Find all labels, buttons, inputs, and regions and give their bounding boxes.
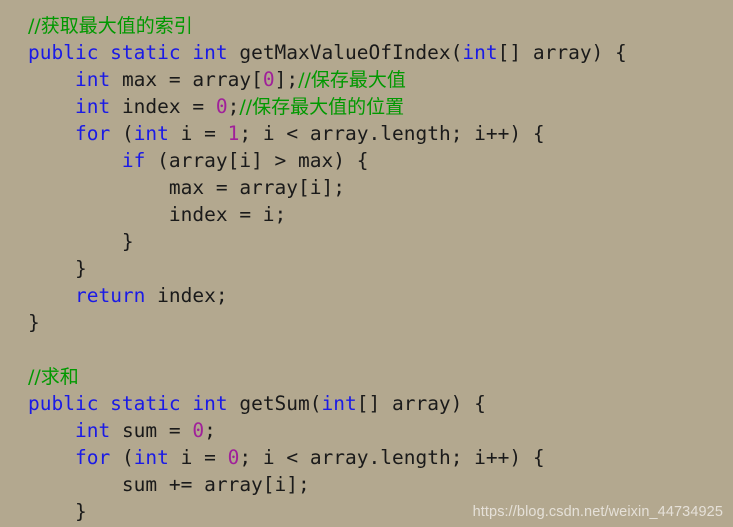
code-token-pln: [] array) { bbox=[497, 41, 627, 64]
code-token-kw: int bbox=[74, 95, 111, 118]
code-token-pln: sum += array[i]; bbox=[28, 473, 310, 496]
code-token-pln: } bbox=[28, 500, 87, 523]
code-token-pln: [] array) { bbox=[356, 392, 486, 415]
code-token-kw: int bbox=[74, 419, 111, 442]
code-token-kw: for bbox=[74, 122, 111, 145]
code-line: sum += array[i]; bbox=[28, 471, 627, 498]
code-line: index = i; bbox=[28, 201, 627, 228]
code-line: } bbox=[28, 309, 627, 336]
code-token-kw: int bbox=[74, 68, 111, 91]
code-token-pln: sum = bbox=[110, 419, 193, 442]
code-token-kw: public static int bbox=[28, 392, 228, 415]
code-token-kw: return bbox=[74, 284, 146, 307]
code-line: public static int getMaxValueOfIndex(int… bbox=[28, 39, 627, 66]
code-line: return index; bbox=[28, 282, 627, 309]
code-token-pln: max = array[ bbox=[110, 68, 263, 91]
code-token-pln bbox=[28, 149, 122, 172]
code-line: max = array[i]; bbox=[28, 174, 627, 201]
code-screenshot: //获取最大值的索引 public static int getMaxValueO… bbox=[0, 0, 733, 527]
code-token-pln: getSum( bbox=[227, 392, 322, 415]
code-line: for (int i = 0; i < array.length; i++) { bbox=[28, 444, 627, 471]
code-line: public static int getSum(int[] array) { bbox=[28, 390, 627, 417]
code-token-kw: int bbox=[321, 392, 357, 415]
code-token-pln: index = bbox=[110, 95, 216, 118]
code-token-pln: ; bbox=[227, 95, 240, 118]
code-token-kw: int bbox=[133, 446, 169, 469]
code-token-cmt: //保存最大值 bbox=[298, 69, 406, 91]
code-token-num: 0 bbox=[215, 95, 228, 118]
code-token-pln: max = array[i]; bbox=[28, 176, 345, 199]
code-token-pln: } bbox=[28, 230, 134, 253]
code-token-pln: } bbox=[28, 257, 87, 280]
code-token-num: 0 bbox=[192, 419, 205, 442]
code-token-pln: i = bbox=[168, 446, 228, 469]
code-token-kw: public static int bbox=[28, 41, 228, 64]
code-token-num: 0 bbox=[227, 446, 240, 469]
code-token-kw: int bbox=[462, 41, 498, 64]
code-line: int max = array[0];//保存最大值 bbox=[28, 66, 627, 93]
code-token-cmt: //保存最大值的位置 bbox=[239, 96, 405, 118]
code-token-kw: for bbox=[74, 446, 111, 469]
code-token-pln bbox=[28, 419, 75, 442]
code-token-pln: ]; bbox=[274, 68, 299, 91]
code-token-pln bbox=[28, 95, 75, 118]
code-line: } bbox=[28, 255, 627, 282]
code-line: //求和 bbox=[28, 363, 627, 390]
code-line: int index = 0;//保存最大值的位置 bbox=[28, 93, 627, 120]
code-token-pln: ; i < array.length; i++) { bbox=[239, 446, 545, 469]
code-token-pln: ; bbox=[204, 419, 216, 442]
code-token-kw: int bbox=[133, 122, 169, 145]
code-token-pln: (array[i] > max) { bbox=[145, 149, 369, 172]
code-token-pln bbox=[28, 122, 75, 145]
code-token-pln bbox=[28, 446, 75, 469]
code-line: int sum = 0; bbox=[28, 417, 627, 444]
code-token-pln: ( bbox=[110, 122, 134, 145]
code-token-pln: ( bbox=[110, 446, 134, 469]
code-token-cmt: //求和 bbox=[28, 366, 79, 388]
code-token-pln: } bbox=[28, 311, 40, 334]
code-token-pln: getMaxValueOfIndex( bbox=[227, 41, 463, 64]
code-token-pln: index = i; bbox=[28, 203, 287, 226]
code-token-pln: i = bbox=[168, 122, 228, 145]
code-line: if (array[i] > max) { bbox=[28, 147, 627, 174]
code-token-pln: index; bbox=[145, 284, 228, 307]
code-token-pln bbox=[28, 284, 75, 307]
code-listing: //获取最大值的索引 public static int getMaxValueO… bbox=[28, 12, 627, 527]
code-token-num: 0 bbox=[262, 68, 275, 91]
code-line: //获取最大值的索引 bbox=[28, 12, 627, 39]
code-token-num: 1 bbox=[227, 122, 240, 145]
code-token-kw: if bbox=[121, 149, 146, 172]
code-line: for (int i = 1; i < array.length; i++) { bbox=[28, 120, 627, 147]
code-token-cmt: //获取最大值的索引 bbox=[28, 15, 193, 37]
code-token-pln: ; i < array.length; i++) { bbox=[239, 122, 545, 145]
code-token-pln bbox=[28, 68, 75, 91]
watermark-url: https://blog.csdn.net/weixin_44734925 bbox=[472, 504, 723, 520]
code-line: } bbox=[28, 228, 627, 255]
